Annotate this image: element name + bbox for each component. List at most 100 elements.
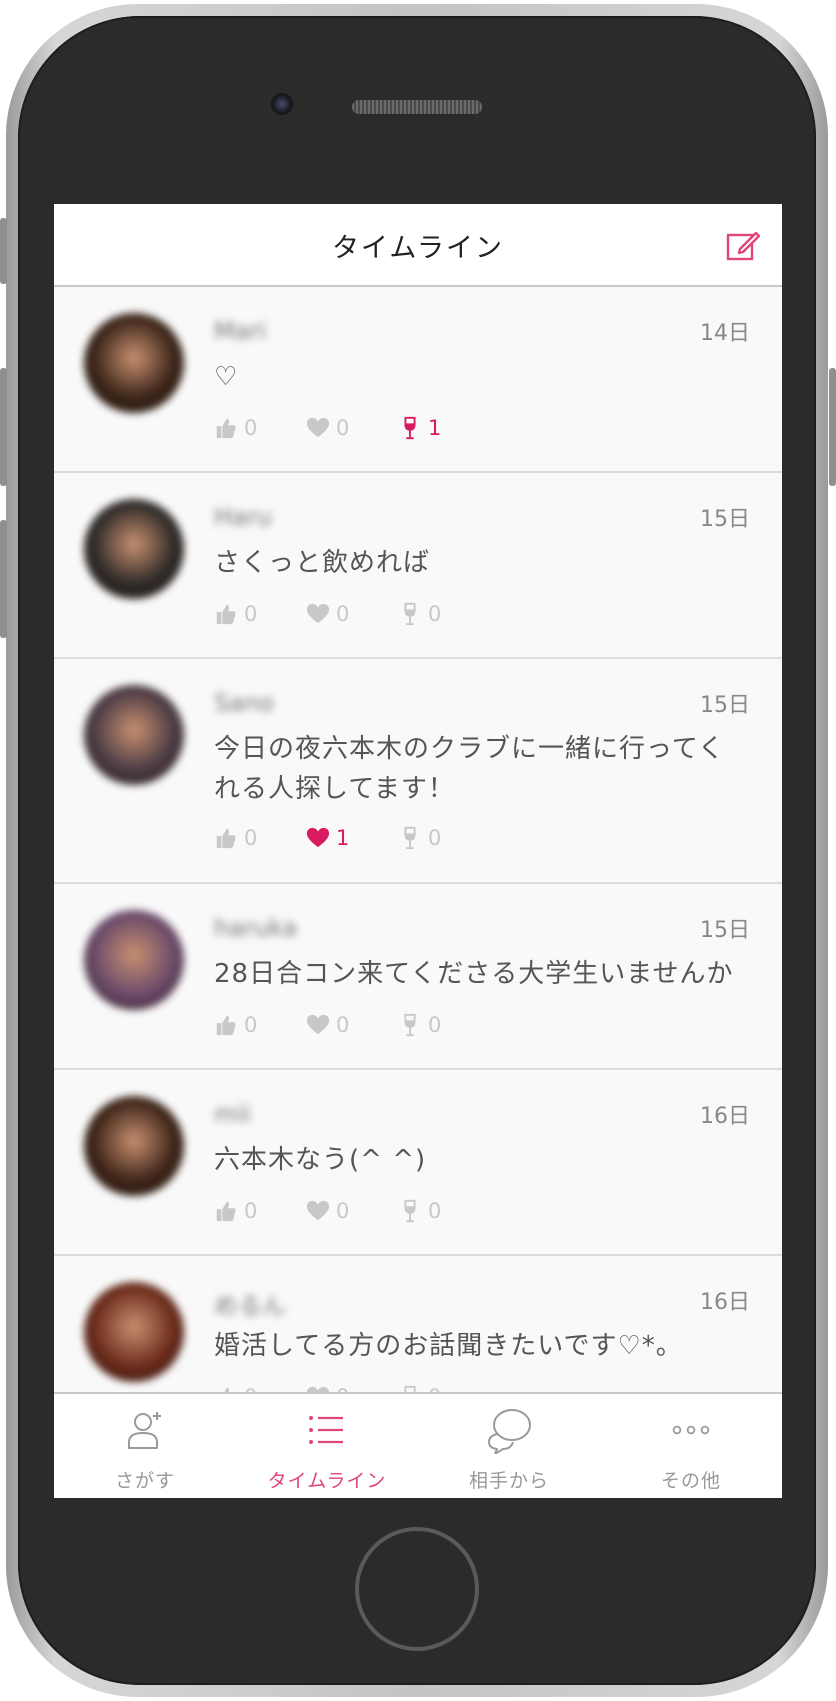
like-button-count: 0 [244,416,258,440]
timeline-post[interactable]: めるん 16日婚活してる方のお話聞きたいです♡*。 0 0 0 [54,1256,782,1392]
wine-button[interactable]: 0 [398,602,468,626]
timeline-post[interactable]: Mari 14日 ♡ 0 0 1 [54,287,782,473]
wine-glass-icon [404,1013,416,1037]
post-message: 婚活してる方のお話聞きたいです♡*。 [214,1331,683,1361]
wine-button[interactable]: 1 [398,416,468,440]
heart-button[interactable]: 1 [306,826,398,850]
heart-icon [306,603,330,624]
timeline-feed[interactable]: Mari 14日 ♡ 0 0 1 Haru 15日 さくっと飲めれば 0 0 0 Sano 15日 今日の夜… [54,287,782,1392]
post-reactions: 0 0 0 [214,599,468,629]
heart-icon [306,827,330,848]
compose-icon[interactable] [726,228,760,262]
post-date: 16日 [700,1290,750,1315]
like-button-count: 0 [244,602,258,626]
heart-button[interactable]: 0 [306,602,398,626]
heart-button-count: 0 [336,602,350,626]
post-date: 16日 [700,1104,750,1129]
wine-button[interactable]: 0 [398,1199,468,1223]
search-person-icon [128,1412,161,1449]
avatar[interactable] [84,1096,184,1196]
post-message: 今日の夜六本木のクラブに一緒に行ってくれる人探してます！ [214,734,725,804]
like-button[interactable]: 0 [214,416,306,440]
app-screen: タイムライン Mari 14日 ♡ 0 0 1 Haru 15日 さくっと飲めれば 0 0 0 Sano… [54,204,782,1498]
wine-glass-icon [404,416,416,440]
post-date: 14日 [700,321,750,346]
tab-from-partner-label: 相手から [468,1470,549,1492]
heart-button[interactable]: 0 [306,1385,398,1392]
like-button[interactable]: 0 [214,826,306,850]
front-camera [271,93,293,115]
post-reactions: 0 0 0 [214,1382,468,1392]
tab-timeline[interactable]: タイムライン [236,1394,418,1498]
wine-button[interactable]: 0 [398,826,468,850]
avatar[interactable] [84,910,184,1010]
thumbs-up-icon [216,418,236,439]
thumbs-up-icon [224,1387,229,1392]
post-username: Mari [214,317,266,345]
heart-button[interactable]: 0 [306,1199,398,1223]
post-username: Sano [214,689,274,717]
post-reactions: 0 0 0 [214,1010,468,1040]
post-message: 六本木なう(^ ^) [214,1145,427,1175]
page-title: タイムライン [331,233,505,264]
tab-from-partner[interactable]: 相手から [418,1394,600,1498]
like-button[interactable]: 0 [214,1199,306,1223]
avatar[interactable] [84,685,184,785]
tab-search-label: さがす [114,1470,175,1492]
avatar[interactable] [84,313,184,413]
like-button[interactable]: 0 [214,602,306,626]
heart-button[interactable]: 0 [306,416,398,440]
tab-bar: さがす タイムライン 相手から その他 [54,1392,782,1498]
avatar[interactable] [84,499,184,599]
heart-button-count: 0 [336,1385,349,1392]
silent-switch [0,218,7,284]
timeline-post[interactable]: haruka 15日 28日合コン来てくださる大学生いませんか 0 0 0 [54,884,782,1070]
tab-search[interactable]: さがす [54,1394,236,1498]
wine-button-count: 0 [428,602,442,626]
timeline-post[interactable]: Haru 15日 さくっと飲めれば 0 0 0 [54,473,782,659]
like-button-count: 0 [244,826,258,850]
heart-button-count: 0 [336,1199,350,1223]
wine-button-count: 0 [428,1013,442,1037]
avatar[interactable] [84,1282,184,1382]
home-button[interactable] [355,1527,479,1651]
post-username: haruka [214,914,298,942]
thumbs-up-icon [216,1201,236,1222]
wine-glass-icon [404,602,416,626]
heart-icon [306,1014,330,1035]
volume-down-button [0,520,7,638]
thumbs-up-icon [216,604,236,625]
wine-glass-icon [404,1199,416,1223]
post-message: 28日合コン来てくださる大学生いませんか [214,959,734,989]
heart-icon [306,1200,330,1221]
post-date: 15日 [700,918,750,943]
more-dots-icon [672,1425,710,1435]
heart-button[interactable]: 0 [306,1013,398,1037]
tab-more[interactable]: その他 [600,1394,782,1498]
heart-icon [306,1386,330,1392]
thumbs-up-icon [216,1015,236,1036]
post-username: めるん [214,1292,286,1320]
wine-button[interactable]: 0 [398,1013,468,1037]
wine-button-count: 0 [428,1385,441,1392]
tab-timeline-label: タイムライン [267,1470,387,1492]
timeline-post[interactable]: mii 16日 六本木なう(^ ^) 0 0 0 [54,1070,782,1256]
post-message: さくっと飲めれば [214,548,431,578]
timeline-post[interactable]: Sano 15日今日の夜六本木のクラブに一緒に行ってくれる人探してます！ 0 1 0 [54,659,782,884]
earpiece-speaker [352,100,482,114]
like-button[interactable]: 0 [214,1385,306,1392]
post-date: 15日 [700,693,750,718]
wine-glass-icon [404,826,416,850]
heart-button-count: 0 [336,1013,350,1037]
heart-button-count: 1 [336,826,350,850]
wine-button[interactable]: 0 [398,1385,468,1392]
heart-button-count: 0 [336,416,350,440]
post-date: 15日 [700,507,750,532]
list-icon [309,1416,343,1444]
heart-icon [306,417,330,438]
post-message: ♡ [214,362,239,392]
wine-button-count: 0 [428,826,442,850]
post-reactions: 0 0 1 [214,413,468,443]
post-reactions: 0 1 0 [214,823,468,853]
like-button[interactable]: 0 [214,1013,306,1037]
